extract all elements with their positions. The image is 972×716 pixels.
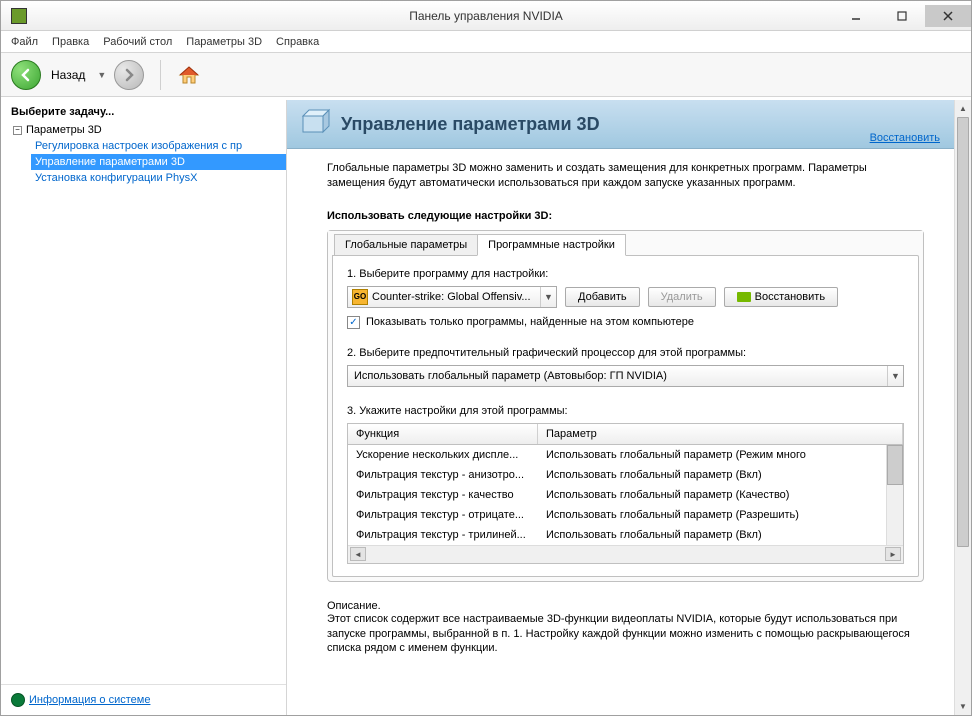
window-title: Панель управления NVIDIA [409,9,563,23]
chevron-down-icon: ▼ [540,287,556,307]
scrollbar-track[interactable] [955,117,971,698]
close-button[interactable] [925,5,971,27]
tabs: Глобальные параметры Программные настрой… [328,231,923,255]
toolbar-divider [160,60,161,90]
add-button[interactable]: Добавить [565,287,640,307]
settings-panel: Глобальные параметры Программные настрой… [327,230,924,582]
cell-function: Фильтрация текстур - качество [348,485,538,505]
chevron-down-icon: ▼ [887,366,903,386]
tab-global[interactable]: Глобальные параметры [334,234,478,256]
cell-parameter: Использовать глобальный параметр (Вкл) [538,525,903,545]
sidebar-title: Выберите задачу... [1,100,286,122]
scroll-up-icon[interactable]: ▲ [955,100,971,117]
menu-edit[interactable]: Правка [52,36,89,48]
step2-label: 2. Выберите предпочтительный графический… [347,347,904,359]
tree-root-label: Параметры 3D [26,124,102,136]
maximize-button[interactable] [879,5,925,27]
system-info-label: Информация о системе [29,694,150,706]
show-only-checkbox[interactable]: ✓ [347,316,360,329]
description-title: Описание. [327,600,924,612]
show-only-row: ✓ Показывать только программы, найденные… [347,316,904,329]
scroll-right-icon[interactable]: ► [885,547,901,561]
intro-text: Глобальные параметры 3D можно заменить и… [327,161,924,192]
app-icon: GO [352,289,368,305]
task-tree: − Параметры 3D Регулировка настроек изоб… [1,122,286,186]
table-row[interactable]: Фильтрация текстур - анизотро...Использо… [348,465,903,485]
restore-defaults-link[interactable]: Восстановить [870,132,940,144]
tree-root-3d[interactable]: − Параметры 3D [13,122,286,138]
page-title: Управление параметрами 3D [341,114,600,135]
tree-item-manage-3d[interactable]: Управление параметрами 3D [31,154,286,170]
content-vscrollbar[interactable]: ▲ ▼ [954,100,971,715]
remove-button[interactable]: Удалить [648,287,716,307]
content-header: Управление параметрами 3D Восстановить [287,100,954,149]
forward-button[interactable] [114,60,144,90]
cell-parameter: Использовать глобальный параметр (Вкл) [538,465,903,485]
cell-function: Фильтрация текстур - трилиней... [348,525,538,545]
content-pane: Управление параметрами 3D Восстановить Г… [287,100,971,715]
menubar: Файл Правка Рабочий стол Параметры 3D Сп… [1,31,971,53]
cell-function: Фильтрация текстур - анизотро... [348,465,538,485]
cell-parameter: Использовать глобальный параметр (Режим … [538,445,903,465]
table-row[interactable]: Фильтрация текстур - качествоИспользоват… [348,485,903,505]
use-settings-label: Использовать следующие настройки 3D: [327,210,924,222]
tab-body: 1. Выберите программу для настройки: GO … [332,255,919,577]
nvidia-icon [11,8,27,24]
nvidia-logo-icon [737,292,751,302]
home-icon[interactable] [177,63,201,87]
scroll-left-icon[interactable]: ◄ [350,547,366,561]
nvidia-control-panel-window: Панель управления NVIDIA Файл Правка Раб… [0,0,972,716]
titlebar: Панель управления NVIDIA [1,1,971,31]
info-icon [11,693,25,707]
settings-table: Функция Параметр Ускорение нескольких ди… [347,423,904,564]
description-section: Описание. Этот список содержит все настр… [287,594,954,663]
menu-3d[interactable]: Параметры 3D [186,36,262,48]
program-row: GO Counter-strike: Global Offensiv... ▼ … [347,286,904,308]
gpu-value: Использовать глобальный параметр (Автовы… [348,370,887,382]
col-parameter[interactable]: Параметр [538,424,903,444]
window-controls [833,5,971,27]
program-value: Counter-strike: Global Offensiv... [372,291,540,303]
gpu-combobox[interactable]: Использовать глобальный параметр (Автовы… [347,365,904,387]
scroll-down-icon[interactable]: ▼ [955,698,971,715]
tree-collapse-icon[interactable]: − [13,126,22,135]
body-area: Выберите задачу... − Параметры 3D Регули… [1,97,971,715]
menu-file[interactable]: Файл [11,36,38,48]
description-text: Этот список содержит все настраиваемые 3… [327,612,924,657]
header-3d-icon [299,108,331,140]
table-row[interactable]: Ускорение нескольких диспле...Использова… [348,445,903,465]
table-hscrollbar[interactable]: ◄ ► [348,545,903,563]
arrow-left-icon [19,68,33,82]
arrow-right-icon [122,68,136,82]
tab-program[interactable]: Программные настройки [477,234,626,256]
table-header: Функция Параметр [348,424,903,445]
cell-function: Ускорение нескольких диспле... [348,445,538,465]
minimize-button[interactable] [833,5,879,27]
menu-help[interactable]: Справка [276,36,319,48]
scrollbar-thumb[interactable] [887,445,903,485]
back-button[interactable] [11,60,41,90]
step3-label: 3. Укажите настройки для этой программы: [347,405,904,417]
step1-label: 1. Выберите программу для настройки: [347,268,904,280]
tree-item-image-settings[interactable]: Регулировка настроек изображения с пр [31,138,286,154]
system-info-link[interactable]: Информация о системе [11,693,276,707]
scrollbar-thumb[interactable] [957,117,969,547]
restore-button[interactable]: Восстановить [724,287,838,307]
tree-item-physx[interactable]: Установка конфигурации PhysX [31,170,286,186]
cell-parameter: Использовать глобальный параметр (Качест… [538,485,903,505]
program-combobox[interactable]: GO Counter-strike: Global Offensiv... ▼ [347,286,557,308]
toolbar: Назад ▼ [1,53,971,97]
table-row[interactable]: Фильтрация текстур - отрицате...Использо… [348,505,903,525]
cell-function: Фильтрация текстур - отрицате... [348,505,538,525]
show-only-label: Показывать только программы, найденные н… [366,316,694,328]
sidebar: Выберите задачу... − Параметры 3D Регули… [1,100,287,715]
sidebar-footer: Информация о системе [1,684,286,715]
col-function[interactable]: Функция [348,424,538,444]
table-vscrollbar[interactable] [886,445,903,545]
back-label: Назад [51,68,85,82]
menu-desktop[interactable]: Рабочий стол [103,36,172,48]
back-dropdown[interactable]: ▼ [97,70,106,80]
table-row[interactable]: Фильтрация текстур - трилиней...Использо… [348,525,903,545]
cell-parameter: Использовать глобальный параметр (Разреш… [538,505,903,525]
